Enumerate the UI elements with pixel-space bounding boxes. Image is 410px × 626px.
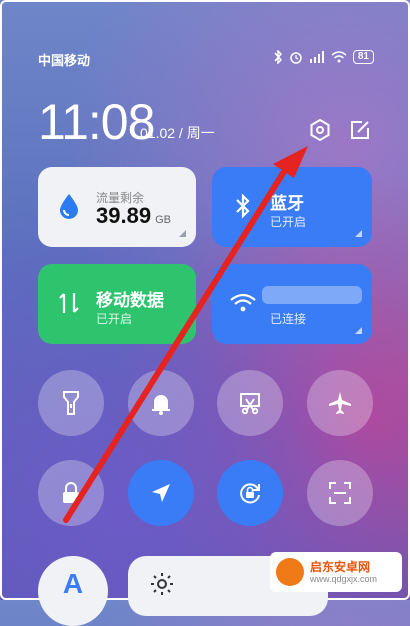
bell-icon bbox=[152, 395, 170, 415]
airplane-mode-toggle[interactable] bbox=[307, 370, 373, 436]
data-usage-value: 39.89 bbox=[96, 203, 152, 228]
watermark-logo-icon bbox=[276, 558, 304, 586]
signal-icon bbox=[309, 51, 324, 63]
font-size-button[interactable]: A bbox=[38, 556, 108, 626]
bluetooth-title: 蓝牙 bbox=[270, 194, 304, 213]
mobile-data-tile[interactable]: 移动数据 已开启 bbox=[38, 264, 196, 344]
data-transfer-icon bbox=[54, 288, 84, 318]
wifi-ssid-redacted bbox=[262, 286, 362, 304]
water-drop-icon bbox=[54, 191, 84, 221]
edit-icon[interactable] bbox=[348, 118, 372, 142]
lock-screen-toggle[interactable] bbox=[38, 460, 104, 526]
airplane-icon bbox=[329, 392, 351, 414]
alarm-icon bbox=[290, 52, 302, 64]
data-usage-value-row: 39.89 GB bbox=[96, 203, 171, 229]
flashlight-icon bbox=[63, 391, 79, 415]
settings-icon[interactable] bbox=[308, 118, 332, 142]
scissors-icon bbox=[240, 393, 260, 415]
wifi-tile[interactable]: 已连接 bbox=[212, 264, 372, 344]
clock-time: 11:08 bbox=[38, 94, 155, 150]
bluetooth-tile[interactable]: 蓝牙 已开启 bbox=[212, 167, 372, 247]
expand-corner-icon bbox=[355, 327, 362, 334]
expand-corner-icon bbox=[355, 230, 362, 237]
brightness-sun-icon bbox=[151, 573, 173, 595]
mobile-data-status: 已开启 bbox=[96, 312, 133, 326]
watermark-url: www.qdgxjx.com bbox=[310, 574, 378, 584]
watermark-title: 启东安卓网 bbox=[310, 560, 371, 574]
ring-mode-toggle[interactable] bbox=[128, 370, 194, 436]
watermark-text-block: 启东安卓网 www.qdgxjx.com bbox=[310, 560, 377, 584]
scanner-toggle[interactable] bbox=[307, 460, 373, 526]
expand-corner-icon bbox=[179, 230, 186, 237]
status-icons: 81 bbox=[273, 50, 374, 64]
wifi-icon bbox=[228, 288, 258, 318]
bluetooth-status: 已开启 bbox=[270, 215, 307, 229]
auto-rotate-toggle[interactable] bbox=[217, 460, 283, 526]
clock-date: 01.02 / 周一 bbox=[140, 125, 215, 141]
bluetooth-status-icon bbox=[274, 50, 282, 64]
scan-icon bbox=[329, 482, 351, 504]
flashlight-toggle[interactable] bbox=[38, 370, 104, 436]
wifi-status-icon bbox=[331, 51, 347, 63]
screenshot-toggle[interactable] bbox=[217, 370, 283, 436]
location-arrow-icon bbox=[152, 484, 170, 502]
mobile-data-title: 移动数据 bbox=[96, 291, 164, 310]
site-watermark: 启东安卓网 www.qdgxjx.com bbox=[270, 552, 402, 592]
location-toggle[interactable] bbox=[128, 460, 194, 526]
data-usage-unit: GB bbox=[155, 214, 171, 226]
battery-level: 81 bbox=[352, 50, 374, 64]
wifi-status: 已连接 bbox=[270, 312, 307, 326]
lock-icon bbox=[63, 482, 79, 503]
data-usage-tile[interactable]: 流量剩余 39.89 GB bbox=[38, 167, 196, 247]
carrier-name: 中国移动 bbox=[38, 53, 91, 68]
bluetooth-icon bbox=[228, 191, 258, 221]
rotation-lock-icon bbox=[240, 483, 260, 504]
